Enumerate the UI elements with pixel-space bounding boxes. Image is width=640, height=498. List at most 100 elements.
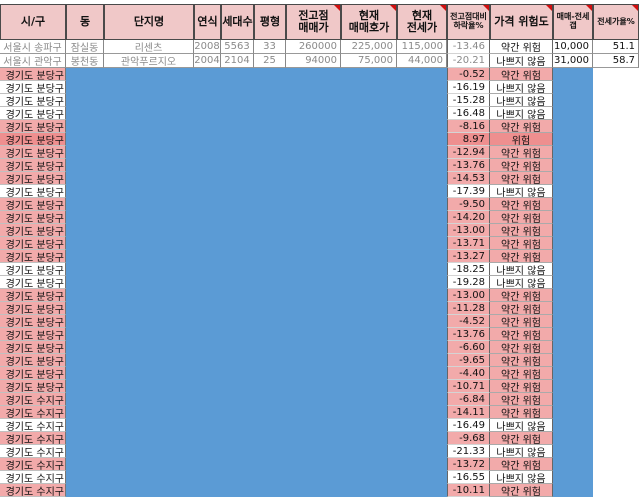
cell-drop[interactable]: -0.52 (447, 68, 490, 81)
header-year[interactable]: 연식 (194, 4, 221, 40)
cell-drop[interactable]: -6.84 (447, 393, 490, 406)
cell-risk[interactable]: 위험 (490, 133, 553, 146)
cell-risk[interactable]: 약간 위험 (490, 120, 553, 133)
cell-dong[interactable]: 잠실동 (66, 40, 104, 54)
cell-ratio[interactable]: 51.1 (593, 40, 639, 54)
cell-sigu[interactable]: 경기도 분당구 (0, 185, 66, 198)
cell-sigu[interactable]: 경기도 분당구 (0, 341, 66, 354)
cell-sigu[interactable]: 경기도 분당구 (0, 107, 66, 120)
cell-sigu[interactable]: 경기도 분당구 (0, 159, 66, 172)
header-gap[interactable]: 매매-전세갭 (553, 4, 593, 40)
cell-gap[interactable]: 31,000 (553, 54, 593, 68)
cell-drop[interactable]: -17.39 (447, 185, 490, 198)
header-units[interactable]: 세대수 (221, 4, 254, 40)
cell-drop[interactable]: -14.53 (447, 172, 490, 185)
cell-pyeong[interactable]: 25 (254, 54, 286, 68)
cell-risk[interactable]: 약간 위험 (490, 250, 553, 263)
cell-year[interactable]: 2008 (194, 40, 221, 54)
cell-sigu[interactable]: 경기도 수지구 (0, 406, 66, 419)
cell-drop[interactable]: -4.52 (447, 315, 490, 328)
cell-risk[interactable]: 약간 위험 (490, 315, 553, 328)
cell-sigu[interactable]: 서울시 송파구 (0, 40, 66, 54)
cell-risk[interactable]: 약간 위험 (490, 458, 553, 471)
cell-drop[interactable]: -14.11 (447, 406, 490, 419)
cell-risk[interactable]: 나쁘지 않음 (490, 445, 553, 458)
cell-risk[interactable]: 약간 위험 (490, 40, 553, 54)
cell-sigu[interactable]: 경기도 분당구 (0, 237, 66, 250)
cell-risk[interactable]: 나쁘지 않음 (490, 81, 553, 94)
cell-ratio[interactable]: 58.7 (593, 54, 639, 68)
selection-range[interactable] (553, 68, 593, 497)
cell-drop[interactable]: -9.50 (447, 198, 490, 211)
cell-drop[interactable]: -9.68 (447, 432, 490, 445)
cell-risk[interactable]: 약간 위험 (490, 237, 553, 250)
cell-risk[interactable]: 약간 위험 (490, 146, 553, 159)
cell-risk[interactable]: 약간 위험 (490, 341, 553, 354)
cell-peak[interactable]: 260000 (286, 40, 341, 54)
cell-danji[interactable]: 리센츠 (104, 40, 194, 54)
cell-sigu[interactable]: 경기도 수지구 (0, 445, 66, 458)
cell-sigu[interactable]: 경기도 분당구 (0, 302, 66, 315)
cell-drop[interactable]: -10.71 (447, 380, 490, 393)
cell-drop[interactable]: -13.72 (447, 458, 490, 471)
cell-sigu[interactable]: 경기도 분당구 (0, 328, 66, 341)
cell-risk[interactable]: 약간 위험 (490, 302, 553, 315)
cell-sigu[interactable]: 서울시 관악구 (0, 54, 66, 68)
cell-drop[interactable]: -13.71 (447, 237, 490, 250)
cell-drop[interactable]: -21.33 (447, 445, 490, 458)
cell-sigu[interactable]: 경기도 분당구 (0, 68, 66, 81)
header-sigu[interactable]: 시/구 (0, 4, 66, 40)
cell-sigu[interactable]: 경기도 분당구 (0, 146, 66, 159)
cell-drop[interactable]: -13.46 (447, 40, 490, 54)
header-danji[interactable]: 단지명 (104, 4, 194, 40)
cell-risk[interactable]: 약간 위험 (490, 393, 553, 406)
cell-risk[interactable]: 나쁘지 않음 (490, 107, 553, 120)
cell-drop[interactable]: -10.11 (447, 484, 490, 497)
cell-sigu[interactable]: 경기도 분당구 (0, 315, 66, 328)
cell-drop[interactable]: 8.97 (447, 133, 490, 146)
cell-sigu[interactable]: 경기도 분당구 (0, 354, 66, 367)
cell-risk[interactable]: 나쁘지 않음 (490, 185, 553, 198)
cell-sigu[interactable]: 경기도 분당구 (0, 250, 66, 263)
cell-drop[interactable]: -6.60 (447, 341, 490, 354)
cell-drop[interactable]: -14.20 (447, 211, 490, 224)
cell-risk[interactable]: 약간 위험 (490, 211, 553, 224)
cell-risk[interactable]: 약간 위험 (490, 159, 553, 172)
cell-sigu[interactable]: 경기도 분당구 (0, 276, 66, 289)
cell-sigu[interactable]: 경기도 분당구 (0, 263, 66, 276)
cell-sigu[interactable]: 경기도 분당구 (0, 94, 66, 107)
cell-risk[interactable]: 약간 위험 (490, 380, 553, 393)
cell-jeonse[interactable]: 115,000 (397, 40, 447, 54)
cell-risk[interactable]: 약간 위험 (490, 172, 553, 185)
cell-drop[interactable]: -16.19 (447, 81, 490, 94)
cell-sale[interactable]: 225,000 (341, 40, 397, 54)
cell-sigu[interactable]: 경기도 분당구 (0, 133, 66, 146)
cell-drop[interactable]: -20.21 (447, 54, 490, 68)
cell-units[interactable]: 2104 (221, 54, 254, 68)
cell-sigu[interactable]: 경기도 분당구 (0, 198, 66, 211)
cell-units[interactable]: 5563 (221, 40, 254, 54)
cell-sigu[interactable]: 경기도 수지구 (0, 458, 66, 471)
cell-risk[interactable]: 약간 위험 (490, 367, 553, 380)
cell-risk[interactable]: 약간 위험 (490, 406, 553, 419)
cell-risk[interactable]: 나쁘지 않음 (490, 94, 553, 107)
cell-risk[interactable]: 약간 위험 (490, 432, 553, 445)
cell-peak[interactable]: 94000 (286, 54, 341, 68)
cell-drop[interactable]: -13.00 (447, 289, 490, 302)
cell-drop[interactable]: -9.65 (447, 354, 490, 367)
cell-sigu[interactable]: 경기도 수지구 (0, 484, 66, 497)
cell-risk[interactable]: 약간 위험 (490, 68, 553, 81)
cell-sigu[interactable]: 경기도 수지구 (0, 432, 66, 445)
cell-drop[interactable]: -4.40 (447, 367, 490, 380)
header-jeonse-ratio[interactable]: 전세가율% (593, 4, 639, 40)
cell-year[interactable]: 2004 (194, 54, 221, 68)
cell-risk[interactable]: 약간 위험 (490, 224, 553, 237)
cell-risk[interactable]: 나쁘지 않음 (490, 54, 553, 68)
cell-sigu[interactable]: 경기도 수지구 (0, 393, 66, 406)
header-peak-price[interactable]: 전고점 매매가 (286, 4, 341, 40)
cell-drop[interactable]: -16.55 (447, 471, 490, 484)
cell-sigu[interactable]: 경기도 분당구 (0, 172, 66, 185)
cell-sigu[interactable]: 경기도 분당구 (0, 81, 66, 94)
cell-sigu[interactable]: 경기도 수지구 (0, 471, 66, 484)
cell-risk[interactable]: 약간 위험 (490, 328, 553, 341)
